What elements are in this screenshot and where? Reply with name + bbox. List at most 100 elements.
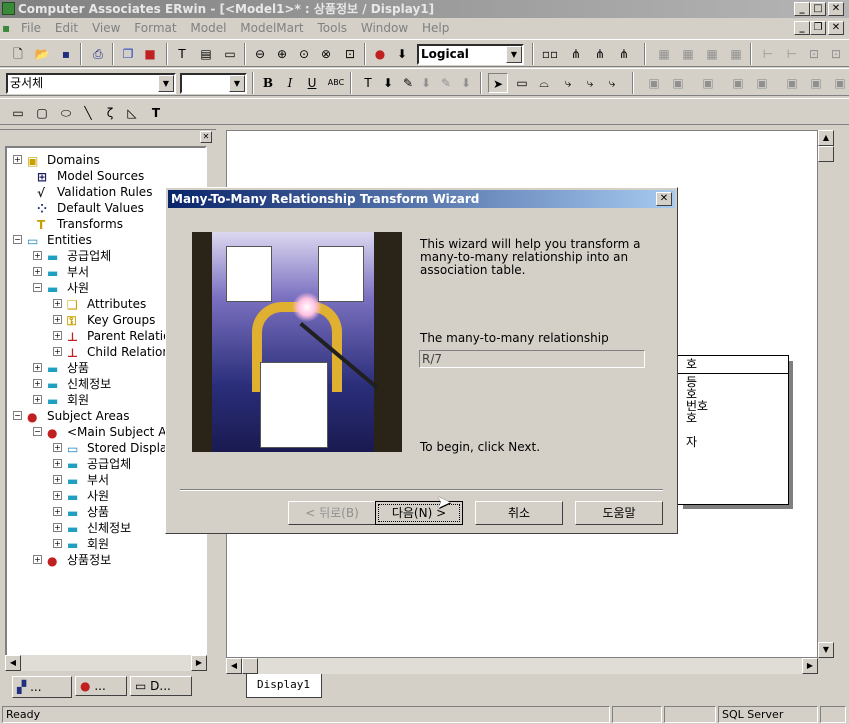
mart-icon[interactable]: ▣ [644, 73, 664, 93]
select-pointer-icon[interactable]: ➤ [488, 73, 508, 93]
scroll-thumb[interactable] [818, 146, 834, 162]
layout3-icon[interactable]: ⋔ [614, 44, 634, 64]
expand-icon[interactable]: + [53, 523, 62, 532]
subtype-icon[interactable]: ⌓ [534, 73, 554, 93]
open-icon[interactable]: 📂 [32, 44, 52, 64]
rounded-rect-icon[interactable]: ▢ [32, 103, 52, 123]
text-color-icon[interactable]: T [358, 73, 378, 93]
align2-icon[interactable]: ▦ [678, 44, 698, 64]
menu-modelmart[interactable]: ModelMart [235, 18, 308, 38]
expand-icon[interactable]: + [13, 155, 22, 164]
menu-tools[interactable]: Tools [312, 18, 352, 38]
doc-restore-button[interactable]: ❐ [810, 21, 826, 35]
entity-tool-icon[interactable]: T [172, 44, 192, 64]
zoom-box-icon[interactable]: ⊡ [340, 44, 360, 64]
expand-icon[interactable]: + [33, 267, 42, 276]
maximize-button[interactable]: □ [810, 2, 826, 16]
ellipse-icon[interactable]: ⬭ [56, 103, 76, 123]
collapse-icon[interactable]: − [13, 235, 22, 244]
back-button[interactable]: < 뒤로(B) [288, 501, 376, 525]
underline-icon[interactable]: U [302, 73, 322, 93]
zoom-fit-icon[interactable]: ⊙ [294, 44, 314, 64]
expand-icon[interactable]: + [33, 363, 42, 372]
menu-format[interactable]: Format [129, 18, 181, 38]
menu-model[interactable]: Model [185, 18, 231, 38]
chevron-down-icon[interactable]: ▼ [158, 75, 174, 92]
mart2-icon[interactable]: ▣ [668, 73, 688, 93]
expand-icon[interactable]: + [53, 315, 62, 324]
expand-icon[interactable]: + [53, 507, 62, 516]
bold-icon[interactable]: B [258, 73, 278, 93]
expand-icon[interactable]: + [53, 475, 62, 484]
attribute-tool-icon[interactable]: ▤ [196, 44, 216, 64]
minimize-button[interactable]: _ [794, 2, 810, 16]
expand-icon[interactable]: + [53, 347, 62, 356]
mart4-icon[interactable]: ▣ [752, 73, 772, 93]
chevron-down-icon[interactable]: ▼ [229, 75, 245, 92]
layout-icon[interactable]: ⋔ [566, 44, 586, 64]
entity-box-icon[interactable]: ▭ [512, 73, 532, 93]
identifying-rel-icon[interactable]: ⤷ [558, 73, 578, 93]
tab-entities[interactable]: ▞ ... [12, 676, 72, 698]
tab-subject-areas[interactable]: ● ... [75, 676, 127, 696]
close-button[interactable]: ✕ [828, 2, 844, 16]
save-icon[interactable]: ▪ [56, 44, 76, 64]
menu-edit[interactable]: Edit [50, 18, 83, 38]
polyline-icon[interactable]: ζ [100, 103, 120, 123]
cancel-button[interactable]: 취소 [475, 501, 563, 525]
canvas-vscrollbar[interactable]: ▲ ▼ [818, 130, 835, 658]
tab-display1[interactable]: Display1 [246, 674, 322, 698]
mart3-icon[interactable]: ▣ [728, 73, 748, 93]
line-color-icon[interactable]: ⬇ [416, 73, 436, 93]
menu-help[interactable]: Help [417, 18, 454, 38]
mart5-icon[interactable]: ▣ [782, 73, 802, 93]
stored-display-icon[interactable]: ⬇ [392, 44, 412, 64]
align3-icon[interactable]: ▦ [702, 44, 722, 64]
distribute2-icon[interactable]: ⊢ [782, 44, 802, 64]
brush-icon[interactable]: ✎ [436, 73, 456, 93]
collapse-icon[interactable]: − [33, 427, 42, 436]
expand-icon[interactable]: + [33, 395, 42, 404]
zoom-in-icon[interactable]: ⊕ [272, 44, 292, 64]
doc-close-button[interactable]: ✕ [828, 21, 844, 35]
non-identifying-rel-icon[interactable]: ⤷ [602, 73, 622, 93]
tree-hscrollbar[interactable]: ◀ ▶ [5, 655, 207, 671]
expand-icon[interactable]: + [53, 299, 62, 308]
scroll-right-icon[interactable]: ▶ [191, 655, 207, 671]
print-icon[interactable]: ⎙ [88, 44, 108, 64]
expand-icon[interactable]: + [53, 539, 62, 548]
expand-icon[interactable]: + [53, 331, 62, 340]
line-icon[interactable]: ╲ [78, 103, 98, 123]
distribute4-icon[interactable]: ⊡ [826, 44, 846, 64]
scroll-down-icon[interactable]: ▼ [818, 642, 834, 658]
collapse-icon[interactable]: − [13, 411, 22, 420]
scroll-right-icon[interactable]: ▶ [802, 658, 818, 674]
new-icon[interactable]: 🗋 [8, 44, 28, 64]
canvas-hscrollbar[interactable]: ◀ ▶ [226, 658, 818, 674]
help-button[interactable]: 도움말 [575, 501, 663, 525]
strikeout-icon[interactable]: ABC [326, 73, 346, 93]
chevron-down-icon[interactable]: ▼ [506, 46, 522, 63]
zoom-out-icon[interactable]: ⊖ [250, 44, 270, 64]
layout2-icon[interactable]: ⋔ [590, 44, 610, 64]
arrow-color-icon[interactable]: ⬇ [456, 73, 476, 93]
definition-tool-icon[interactable]: ▭ [220, 44, 240, 64]
doc-minimize-button[interactable]: _ [794, 21, 810, 35]
align-icon[interactable]: ▦ [654, 44, 674, 64]
polygon-icon[interactable]: ◺ [122, 103, 142, 123]
menu-window[interactable]: Window [356, 18, 413, 38]
scroll-left-icon[interactable]: ◀ [226, 658, 242, 674]
fill-color-icon[interactable]: ⬇ [378, 73, 398, 93]
align4-icon[interactable]: ▦ [726, 44, 746, 64]
expand-icon[interactable]: + [53, 459, 62, 468]
expand-icon[interactable]: + [53, 491, 62, 500]
menu-view[interactable]: View [87, 18, 125, 38]
lock-icon[interactable]: ▣ [698, 73, 718, 93]
scroll-left-icon[interactable]: ◀ [5, 655, 21, 671]
subject-area-icon[interactable]: ● [370, 44, 390, 64]
panel-close-icon[interactable]: ✕ [200, 131, 212, 143]
relationship-icon[interactable]: ▫▫ [540, 44, 560, 64]
copy-icon[interactable]: ❐ [118, 44, 138, 64]
font-name-select[interactable]: 궁서체 ▼ [6, 73, 176, 94]
rectangle-icon[interactable]: ▭ [8, 103, 28, 123]
